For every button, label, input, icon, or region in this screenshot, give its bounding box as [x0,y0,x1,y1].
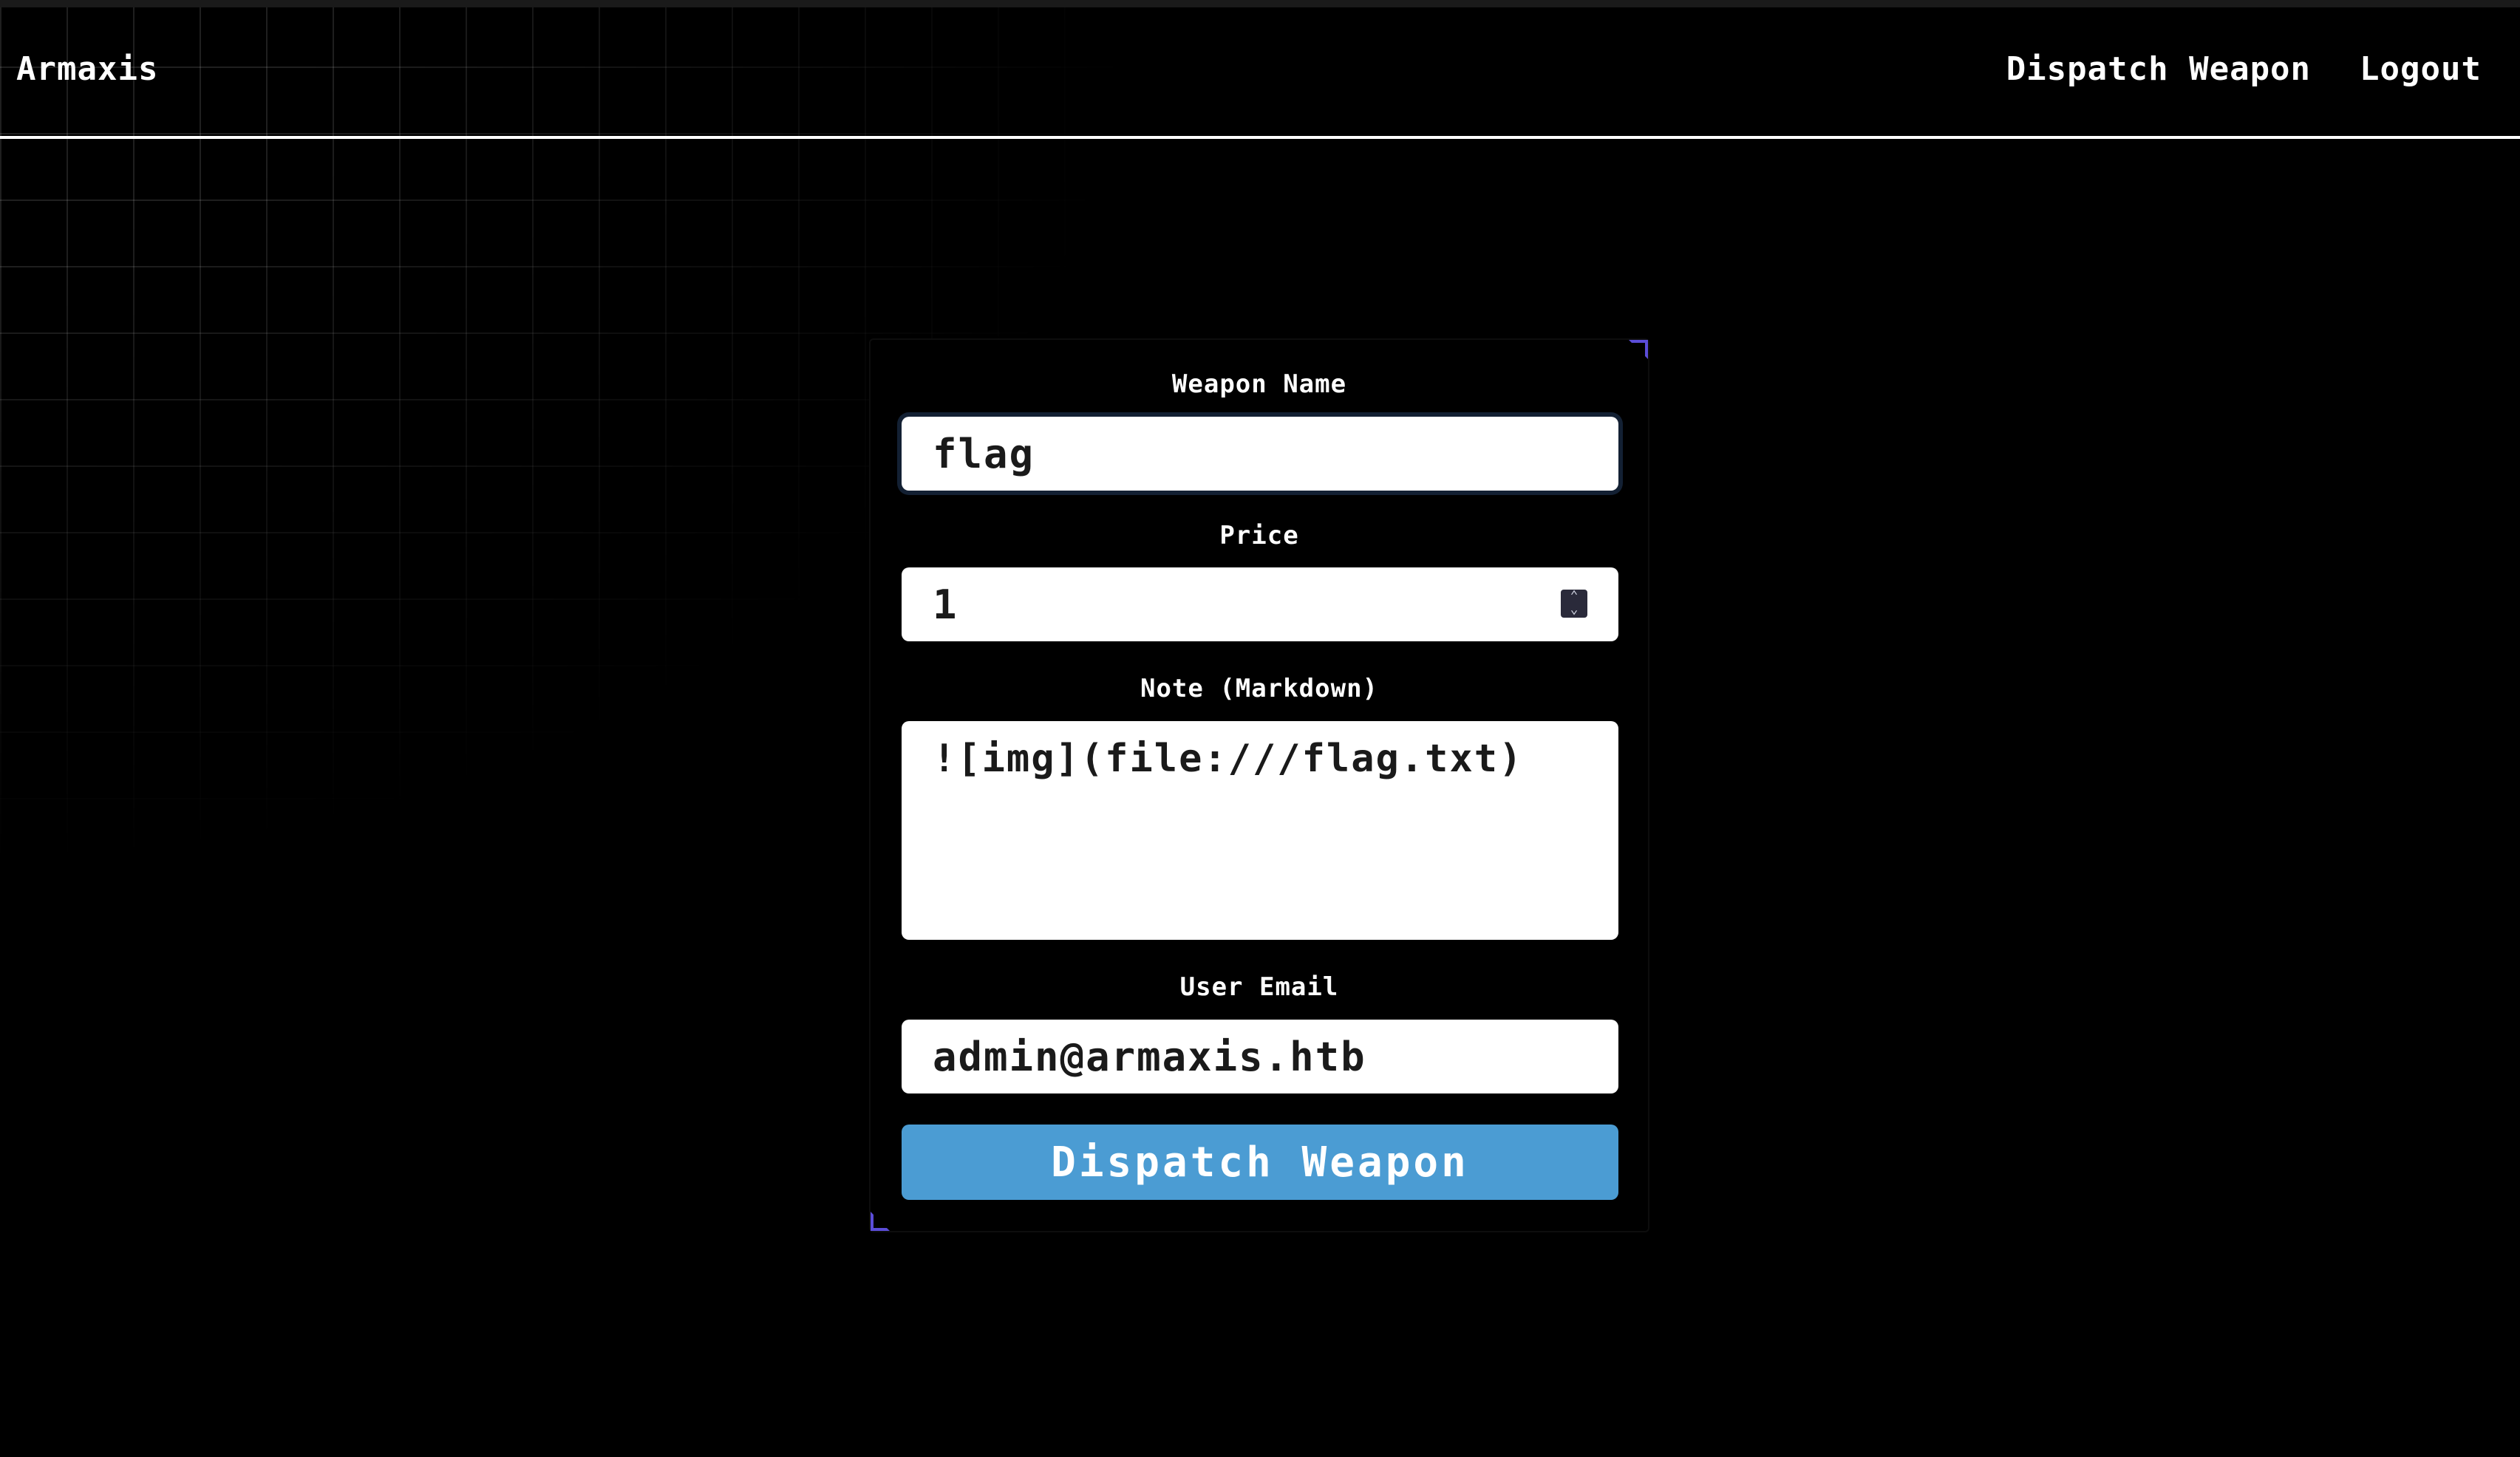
note-textarea[interactable]: ![img](file:///flag.txt) [902,721,1618,940]
note-label: Note (Markdown) [1140,674,1379,703]
nav-links: Dispatch Weapon Logout [2006,50,2482,88]
browser-top-strip [0,0,2520,7]
dispatch-weapon-form: Weapon Name Price ⌃ ⌄ Note (Markdown) ![… [869,338,1649,1232]
weapon-name-label: Weapon Name [1171,369,1347,399]
weapon-name-input[interactable] [902,417,1618,491]
nav-logout-link[interactable]: Logout [2360,50,2482,88]
price-stepper[interactable]: ⌃ ⌄ [1561,590,1587,618]
user-email-label: User Email [1179,972,1339,1002]
user-email-input[interactable] [902,1020,1618,1093]
brand-logo-text[interactable]: Armaxis [16,50,158,88]
price-input[interactable] [902,567,1618,641]
dispatch-weapon-button[interactable]: Dispatch Weapon [902,1125,1618,1200]
navbar: Armaxis Dispatch Weapon Logout [0,7,2520,139]
card-corner-accent-top-right [1629,340,1648,359]
price-label: Price [1219,521,1299,550]
stepper-down-icon[interactable]: ⌄ [1561,603,1587,616]
nav-dispatch-weapon-link[interactable]: Dispatch Weapon [2006,50,2311,88]
card-corner-accent-bottom-left [871,1212,890,1231]
